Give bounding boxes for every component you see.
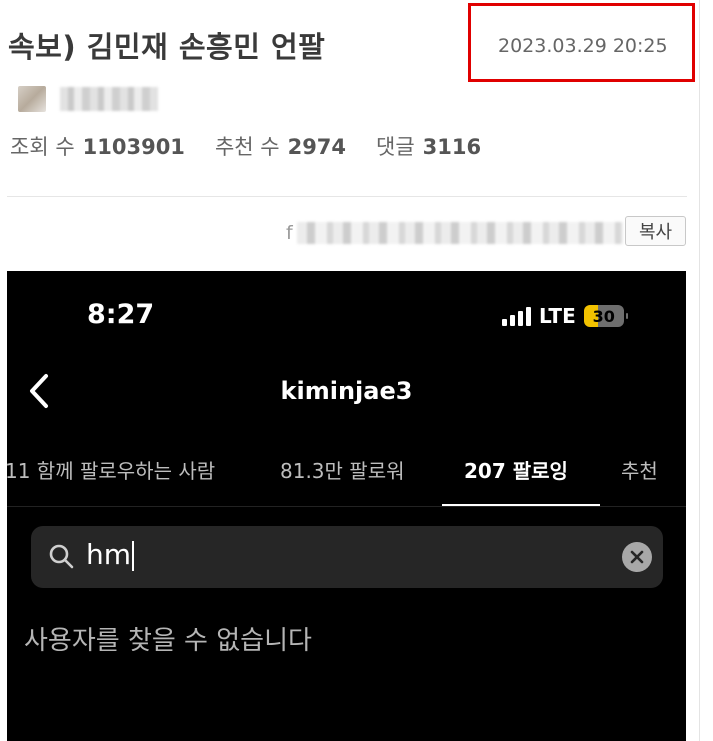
active-tab-indicator	[442, 504, 600, 506]
comments-stat: 댓글 3116	[376, 131, 481, 161]
header-divider	[7, 196, 687, 197]
recommend-label: 추천 수	[214, 135, 280, 159]
views-stat: 조회 수 1103901	[10, 131, 185, 161]
status-bar-icons: LTE 30	[502, 304, 628, 328]
author-info[interactable]	[18, 86, 158, 112]
instagram-screenshot: 8:27 LTE 30 kiminjae3 11 함께 팔로우하는 사람 81.…	[7, 271, 686, 741]
search-icon	[49, 544, 74, 569]
search-input[interactable]: hm	[86, 538, 135, 571]
post-url[interactable]: f	[286, 222, 623, 244]
author-name-blurred[interactable]	[60, 87, 158, 111]
profile-username: kiminjae3	[280, 377, 413, 405]
post-stats: 조회 수 1103901 추천 수 2974 댓글 3116	[10, 131, 511, 161]
comments-label: 댓글	[376, 135, 415, 159]
network-label: LTE	[539, 304, 576, 328]
clear-search-button[interactable]	[622, 542, 652, 572]
url-prefix: f	[286, 222, 293, 244]
battery-icon: 30	[583, 305, 628, 327]
comments-count: 3116	[422, 135, 482, 159]
url-blurred	[296, 222, 623, 244]
views-count: 1103901	[82, 135, 185, 159]
post-date: 2023.03.29 20:25	[498, 35, 668, 57]
close-icon	[630, 550, 644, 564]
tab-mutual-followers[interactable]: 11 함께 팔로우하는 사람	[7, 455, 215, 484]
recommend-stat: 추천 수 2974	[215, 131, 346, 161]
tab-followers[interactable]: 81.3만 팔로워	[280, 455, 405, 484]
text-cursor	[132, 541, 135, 571]
status-time: 8:27	[87, 299, 155, 330]
no-results-message: 사용자를 찾을 수 없습니다	[24, 626, 312, 656]
search-bar[interactable]: hm	[31, 526, 663, 588]
recommend-count: 2974	[287, 135, 347, 159]
search-input-text: hm	[86, 538, 132, 571]
page-edge-divider	[699, 0, 700, 741]
avatar[interactable]	[18, 86, 46, 112]
signal-icon	[502, 306, 531, 326]
battery-level: 30	[592, 306, 615, 326]
post-title: 속보) 김민재 손흥민 언팔	[8, 30, 326, 64]
follow-tabs: 11 함께 팔로우하는 사람 81.3만 팔로워 207 팔로잉 추천	[7, 451, 686, 507]
tab-suggested[interactable]: 추천	[621, 455, 658, 484]
tab-following[interactable]: 207 팔로잉	[464, 455, 568, 484]
copy-url-button[interactable]: 복사	[625, 216, 686, 246]
views-label: 조회 수	[10, 135, 75, 159]
